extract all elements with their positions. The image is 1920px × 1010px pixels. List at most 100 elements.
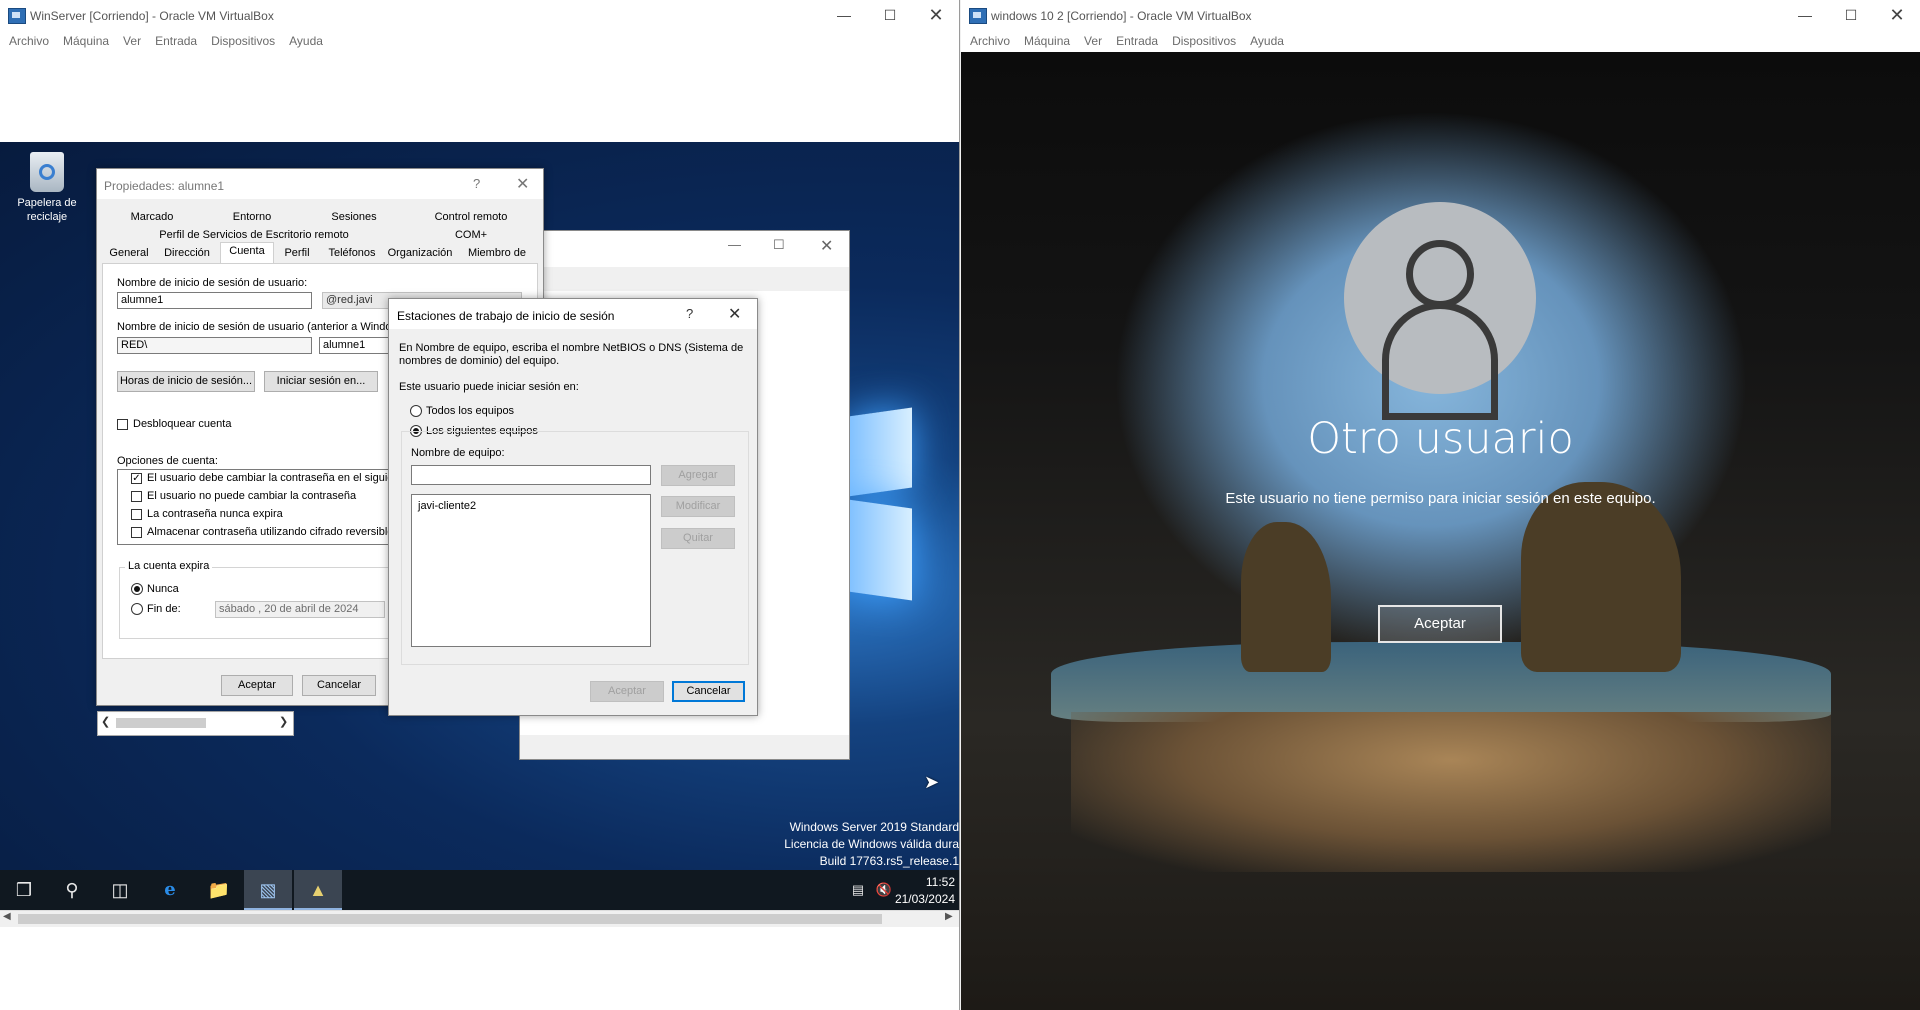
- menu-ver[interactable]: Ver: [1084, 30, 1102, 52]
- tab-miembro-de[interactable]: Miembro de: [458, 245, 536, 262]
- computer-name-label: Nombre de equipo:: [411, 447, 505, 459]
- expires-date-picker[interactable]: sábado , 20 de abril de 2024: [215, 601, 385, 618]
- unlock-account-checkbox[interactable]: [117, 419, 128, 430]
- expires-end-radio[interactable]: [131, 603, 143, 615]
- mmc-maximize-button[interactable]: ☐: [773, 237, 785, 253]
- scrollbar-thumb[interactable]: [18, 914, 882, 924]
- tree-scroll-left-icon[interactable]: ❮: [101, 715, 110, 728]
- clock-time: 11:52: [925, 875, 955, 889]
- menu-ver[interactable]: Ver: [123, 30, 141, 52]
- tab-cuenta[interactable]: Cuenta: [220, 242, 274, 263]
- option-never-expires-checkbox[interactable]: [131, 509, 142, 520]
- virtualbox-icon: [8, 8, 26, 24]
- tab-perfil[interactable]: Perfil: [274, 245, 320, 262]
- logon-name-input[interactable]: alumne1: [117, 292, 312, 309]
- taskbar-clock[interactable]: 11:52 21/03/2024: [895, 874, 955, 908]
- vbox-window-windows10: windows 10 2 [Corriendo] - Oracle VM Vir…: [961, 0, 1920, 1010]
- option-reversible-checkbox[interactable]: [131, 527, 142, 538]
- help-button[interactable]: ?: [473, 176, 480, 191]
- watermark-line3: Build 17763.rs5_release.1: [819, 854, 959, 868]
- ad-users-computers-icon[interactable]: ▲: [294, 870, 342, 910]
- pre2000-label: Nombre de inicio de sesión de usuario (a…: [117, 321, 405, 333]
- volume-muted-icon[interactable]: 🔇: [872, 870, 896, 910]
- workstations-close-button[interactable]: ✕: [728, 304, 741, 324]
- all-computers-radio[interactable]: [410, 405, 422, 417]
- remove-button[interactable]: Quitar: [661, 528, 735, 549]
- tab-sesiones[interactable]: Sesiones: [304, 209, 404, 226]
- modify-button[interactable]: Modificar: [661, 496, 735, 517]
- tab-telefonos[interactable]: Teléfonos: [322, 245, 382, 262]
- menu-entrada[interactable]: Entrada: [1116, 30, 1158, 52]
- option-cannot-change-checkbox[interactable]: [131, 491, 142, 502]
- menu-ayuda[interactable]: Ayuda: [289, 30, 323, 52]
- close-button[interactable]: ✕: [913, 0, 959, 30]
- start-icon[interactable]: ❒: [0, 870, 48, 910]
- logon-hours-button[interactable]: Horas de inicio de sesión...: [117, 371, 255, 392]
- tab-marcado[interactable]: Marcado: [104, 209, 200, 226]
- properties-cancel-button[interactable]: Cancelar: [302, 675, 376, 696]
- option-must-change-checkbox[interactable]: ✓: [131, 473, 142, 484]
- file-explorer-icon[interactable]: 📁: [195, 870, 243, 910]
- workstations-cancel-button[interactable]: Cancelar: [672, 681, 745, 702]
- menu-ayuda[interactable]: Ayuda: [1250, 30, 1284, 52]
- expires-never-radio[interactable]: [131, 583, 143, 595]
- logon-to-button[interactable]: Iniciar sesión en...: [264, 371, 378, 392]
- menu-dispositivos[interactable]: Dispositivos: [1172, 30, 1236, 52]
- mmc-tree-scrollbar[interactable]: ❮ ❯: [97, 711, 294, 736]
- vbox-right-titlebar: windows 10 2 [Corriendo] - Oracle VM Vir…: [961, 0, 1920, 30]
- tab-entorno[interactable]: Entorno: [202, 209, 302, 226]
- virtualbox-icon: [969, 8, 987, 24]
- computer-name-input[interactable]: [411, 465, 651, 485]
- right-window-title: windows 10 2 [Corriendo] - Oracle VM Vir…: [991, 9, 1252, 23]
- wallpaper-rock-left: [1241, 522, 1331, 672]
- task-view-icon[interactable]: ◫: [96, 870, 144, 910]
- tab-organizacion[interactable]: Organización: [384, 245, 456, 262]
- tab-direccion[interactable]: Dirección: [156, 245, 218, 262]
- menu-archivo[interactable]: Archivo: [9, 30, 49, 52]
- lock-user-name: Otro usuario: [1307, 414, 1574, 464]
- maximize-button[interactable]: ☐: [867, 0, 913, 30]
- recycle-bin-shortcut[interactable]: Papelera de reciclaje: [12, 152, 82, 224]
- workstations-ok-button[interactable]: Aceptar: [590, 681, 664, 702]
- scroll-left-arrow-icon[interactable]: ◀: [3, 911, 11, 922]
- tree-scroll-thumb[interactable]: [116, 718, 206, 728]
- list-item[interactable]: javi-cliente2: [418, 500, 476, 512]
- right-maximize-button[interactable]: ☐: [1828, 0, 1874, 30]
- tab-com-plus[interactable]: COM+: [406, 227, 536, 244]
- add-button[interactable]: Agregar: [661, 465, 735, 486]
- properties-close-button[interactable]: ✕: [516, 174, 529, 194]
- tree-scroll-right-icon[interactable]: ❯: [279, 715, 288, 728]
- tab-control-remoto[interactable]: Control remoto: [406, 209, 536, 226]
- vbox-horizontal-scrollbar[interactable]: ◀ ▶: [0, 910, 959, 927]
- network-tray-icon[interactable]: ▤: [846, 870, 870, 910]
- option-never-expires-label: La contraseña nunca expira: [147, 508, 283, 520]
- menu-archivo[interactable]: Archivo: [970, 30, 1010, 52]
- account-options-label: Opciones de cuenta:: [117, 455, 218, 467]
- menu-maquina[interactable]: Máquina: [63, 30, 109, 52]
- scroll-right-arrow-icon[interactable]: ▶: [945, 911, 953, 922]
- vbox-menubar: Archivo Máquina Ver Entrada Dispositivos Ayud…: [0, 30, 959, 52]
- right-close-button[interactable]: ✕: [1874, 0, 1920, 30]
- wallpaper-sea: [1051, 642, 1831, 722]
- computers-list[interactable]: javi-cliente2: [411, 494, 651, 647]
- windows-logo-wallpaper: [848, 407, 912, 497]
- workstations-help-button[interactable]: ?: [686, 306, 693, 321]
- internet-explorer-icon[interactable]: e: [146, 870, 194, 910]
- minimize-button[interactable]: —: [821, 0, 867, 30]
- workstations-dialog: Estaciones de trabajo de inicio de sesió…: [388, 298, 758, 716]
- server-manager-icon[interactable]: ▧: [244, 870, 292, 910]
- tab-general[interactable]: General: [104, 245, 154, 262]
- menu-entrada[interactable]: Entrada: [155, 30, 197, 52]
- can-logon-label: Este usuario puede iniciar sesión en:: [399, 381, 579, 393]
- right-minimize-button[interactable]: —: [1782, 0, 1828, 30]
- wallpaper-sand: [1071, 712, 1831, 872]
- mmc-titlebar: — ☐ ✕: [520, 231, 849, 267]
- mmc-minimize-button[interactable]: —: [728, 237, 741, 252]
- properties-ok-button[interactable]: Aceptar: [221, 675, 293, 696]
- pre2000-user-input[interactable]: alumne1: [319, 337, 389, 354]
- menu-dispositivos[interactable]: Dispositivos: [211, 30, 275, 52]
- search-icon[interactable]: ⚲: [48, 870, 96, 910]
- menu-maquina[interactable]: Máquina: [1024, 30, 1070, 52]
- mmc-close-button[interactable]: ✕: [820, 236, 833, 256]
- lock-accept-button[interactable]: Aceptar: [1378, 605, 1502, 643]
